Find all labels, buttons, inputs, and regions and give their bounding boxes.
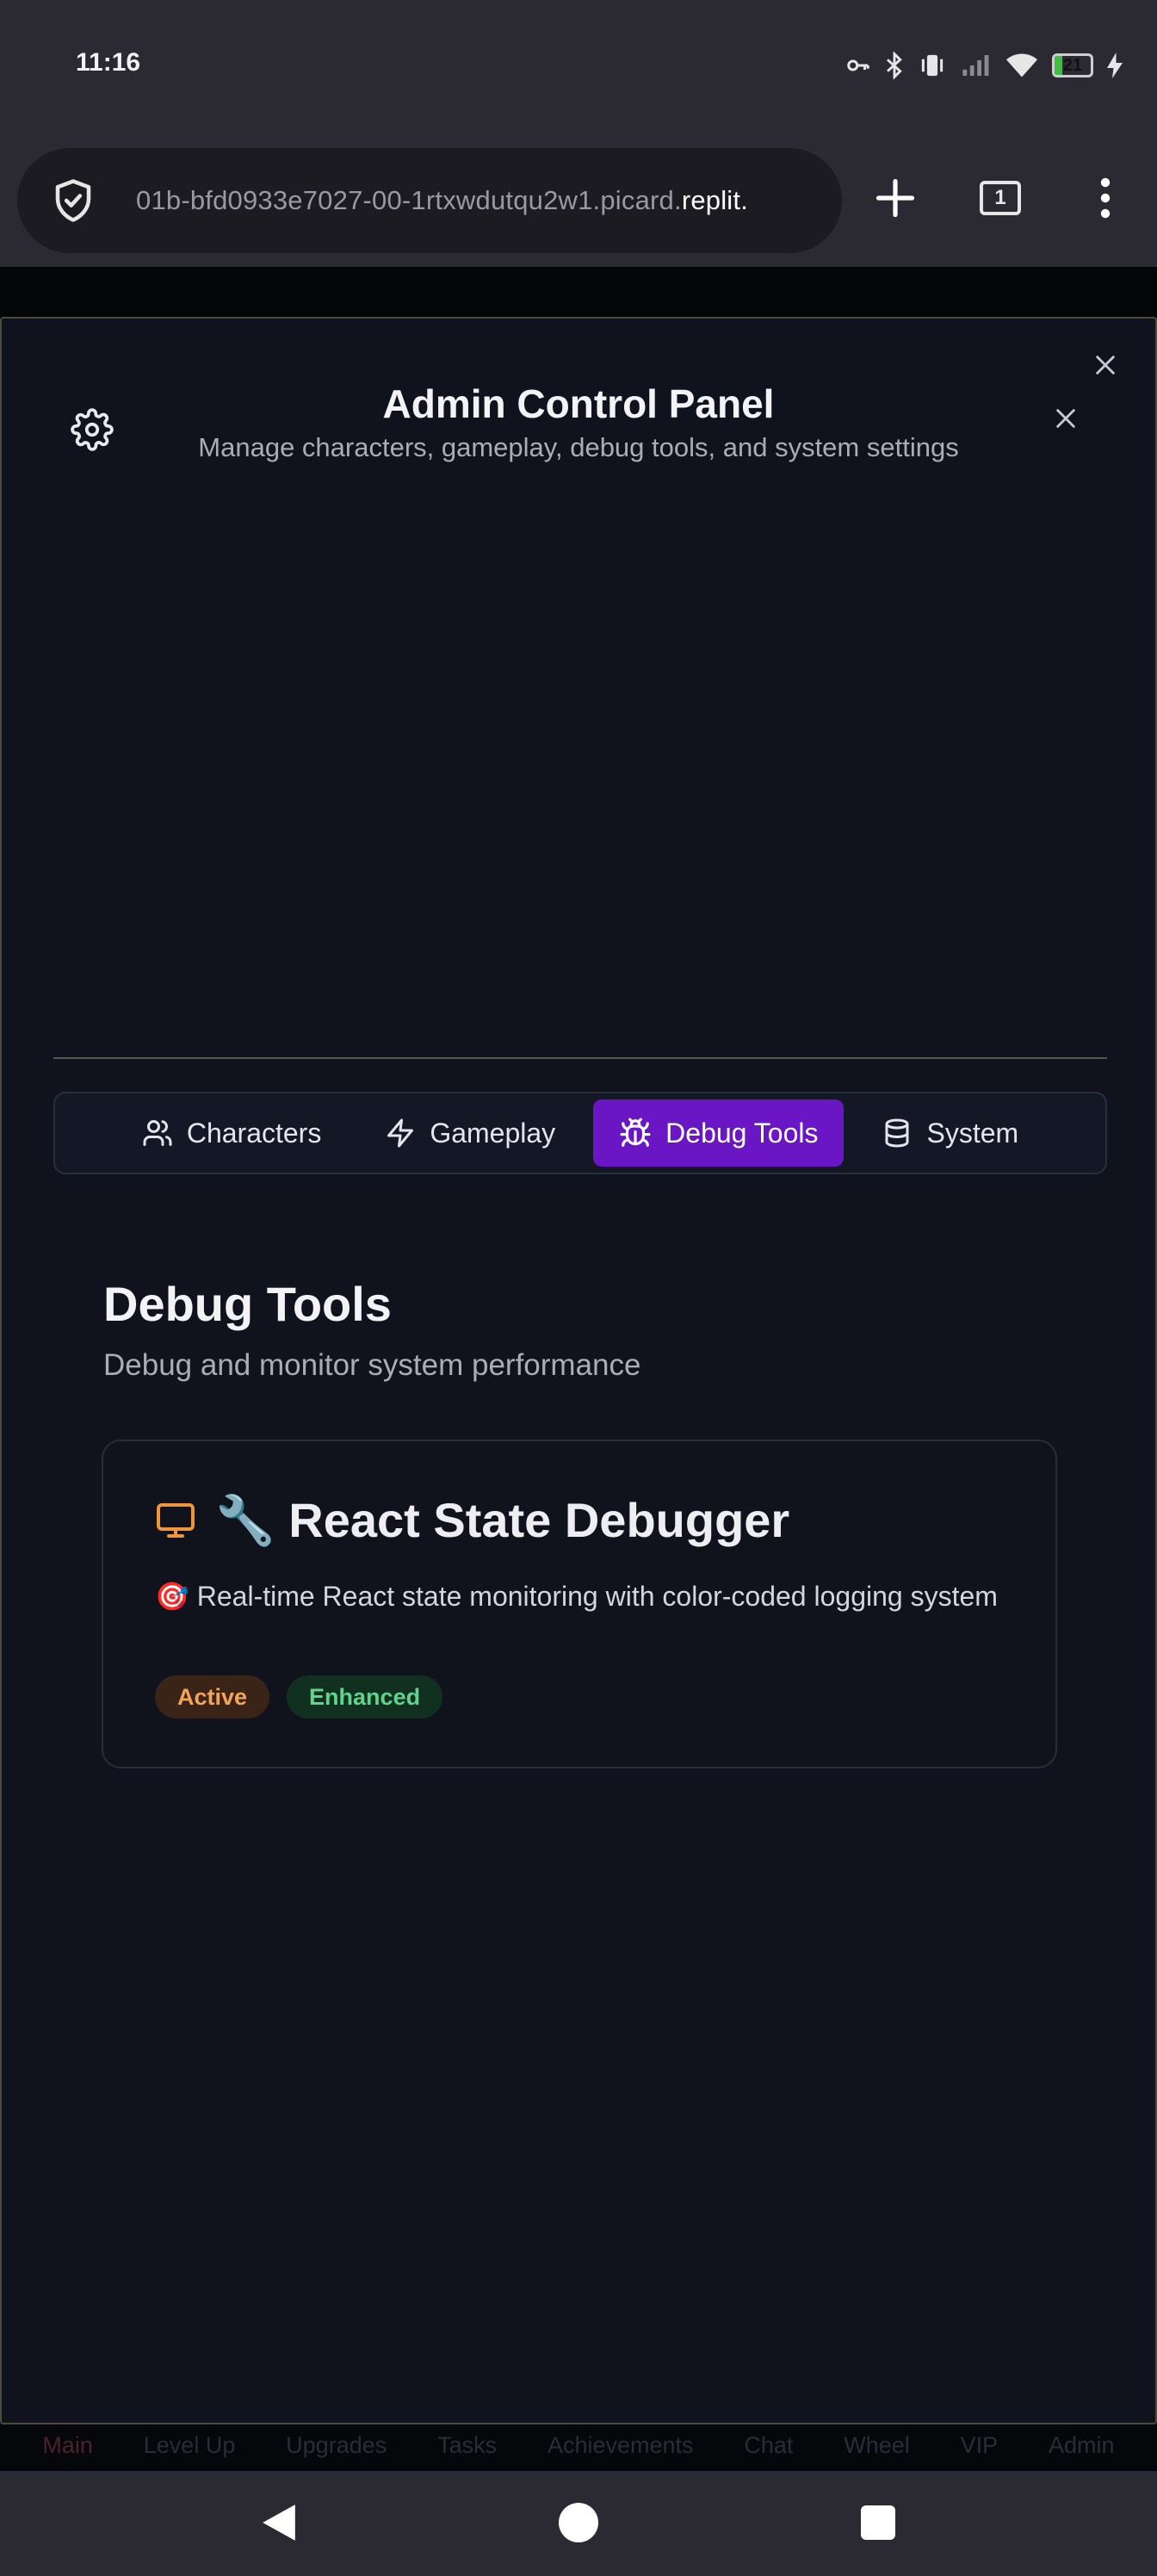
admin-modal: Admin Control Panel Manage characters, g… [0,317,1157,2424]
home-circle-icon [559,2503,598,2542]
url-end: replit. [681,185,749,215]
card-badges: Active Enhanced [155,1675,443,1718]
card-header: 🔧 React State Debugger [155,1486,789,1555]
recents-square-icon [861,2505,895,2540]
status-time: 11:16 [76,48,141,77]
background-nav: Main Level Up Upgrades Tasks Achievements Cha… [0,2419,1157,2471]
vibrate-icon [921,54,944,77]
tab-label: Gameplay [430,1117,556,1149]
shield-check-icon[interactable] [50,177,96,224]
signal-icon [962,55,989,76]
battery-icon: 21 [1052,53,1093,77]
background-nav-item: Achievements [547,2431,694,2458]
plus-icon [875,178,915,218]
users-icon [143,1120,172,1146]
background-nav-item: Upgrades [286,2431,387,2458]
react-state-debugger-card[interactable]: 🔧 React State Debugger 🎯 Real-time React… [102,1440,1057,1768]
tab-debug-tools[interactable]: Debug Tools [593,1099,845,1167]
charging-icon [1107,53,1123,78]
panel-close-button[interactable] [1049,401,1083,436]
back-button[interactable] [244,2488,313,2557]
modal-subtitle: Manage characters, gameplay, debug tools… [198,432,959,462]
background-nav-item: Chat [744,2431,794,2458]
more-vertical-icon [1100,177,1111,219]
tab-switcher-button[interactable]: 1 [957,155,1043,241]
background-nav-item: Wheel [844,2431,910,2458]
back-triangle-icon [263,2505,295,2541]
background-nav-item: VIP [960,2431,999,2458]
modal-title: Admin Control Panel [382,381,775,426]
tab-bar: Characters Gameplay Debug Tools System [53,1092,1107,1174]
tab-label: Debug Tools [665,1117,819,1149]
database-icon [885,1118,909,1148]
section-title: Debug Tools [103,1277,392,1331]
system-nav-bar [0,2471,1157,2576]
background-nav-item: Admin [1048,2431,1115,2458]
monitor-icon [157,1503,195,1538]
tab-label: System [926,1117,1019,1149]
status-badge-enhanced: Enhanced [287,1675,443,1718]
status-bar: 11:16 21 [0,0,1157,129]
recents-button[interactable] [844,2488,913,2557]
divider [53,1057,1107,1059]
card-description: 🎯 Real-time React state monitoring with … [155,1581,998,1612]
browser-menu-button[interactable] [1062,155,1148,241]
battery-percent: 21 [1062,55,1083,75]
tab-gameplay[interactable]: Gameplay [359,1099,581,1167]
tab-count: 1 [980,181,1021,215]
key-icon [847,59,869,71]
section-subtitle: Debug and monitor system performance [103,1348,641,1382]
close-icon [1056,409,1075,428]
tab-system[interactable]: System [856,1099,1044,1167]
tab-label: Characters [186,1117,322,1149]
background-nav-item: Main [42,2431,93,2458]
browser-toolbar: 01b-bfd0933e7027-00-1rtxwdutqu2w1.picard… [0,129,1157,267]
wifi-icon [1006,53,1037,77]
bluetooth-icon [887,52,902,79]
home-button[interactable] [544,2488,613,2557]
status-icons: 21 [845,48,1123,83]
url-text[interactable]: 01b-bfd0933e7027-00-1rtxwdutqu2w1.picard… [136,148,842,253]
background-nav-item: Level Up [143,2431,236,2458]
url-start: 01b-bfd0933e7027-00-1rtxwdutqu2w1.picard… [136,185,682,215]
tab-characters[interactable]: Characters [116,1099,348,1167]
new-tab-button[interactable] [852,155,938,241]
bug-icon [620,1118,651,1147]
zap-icon [387,1118,414,1148]
url-bar[interactable]: 01b-bfd0933e7027-00-1rtxwdutqu2w1.picard… [17,148,842,253]
card-title: 🔧 React State Debugger [215,1493,790,1547]
status-badge-active: Active [155,1675,270,1718]
background-nav-item: Tasks [437,2431,498,2458]
